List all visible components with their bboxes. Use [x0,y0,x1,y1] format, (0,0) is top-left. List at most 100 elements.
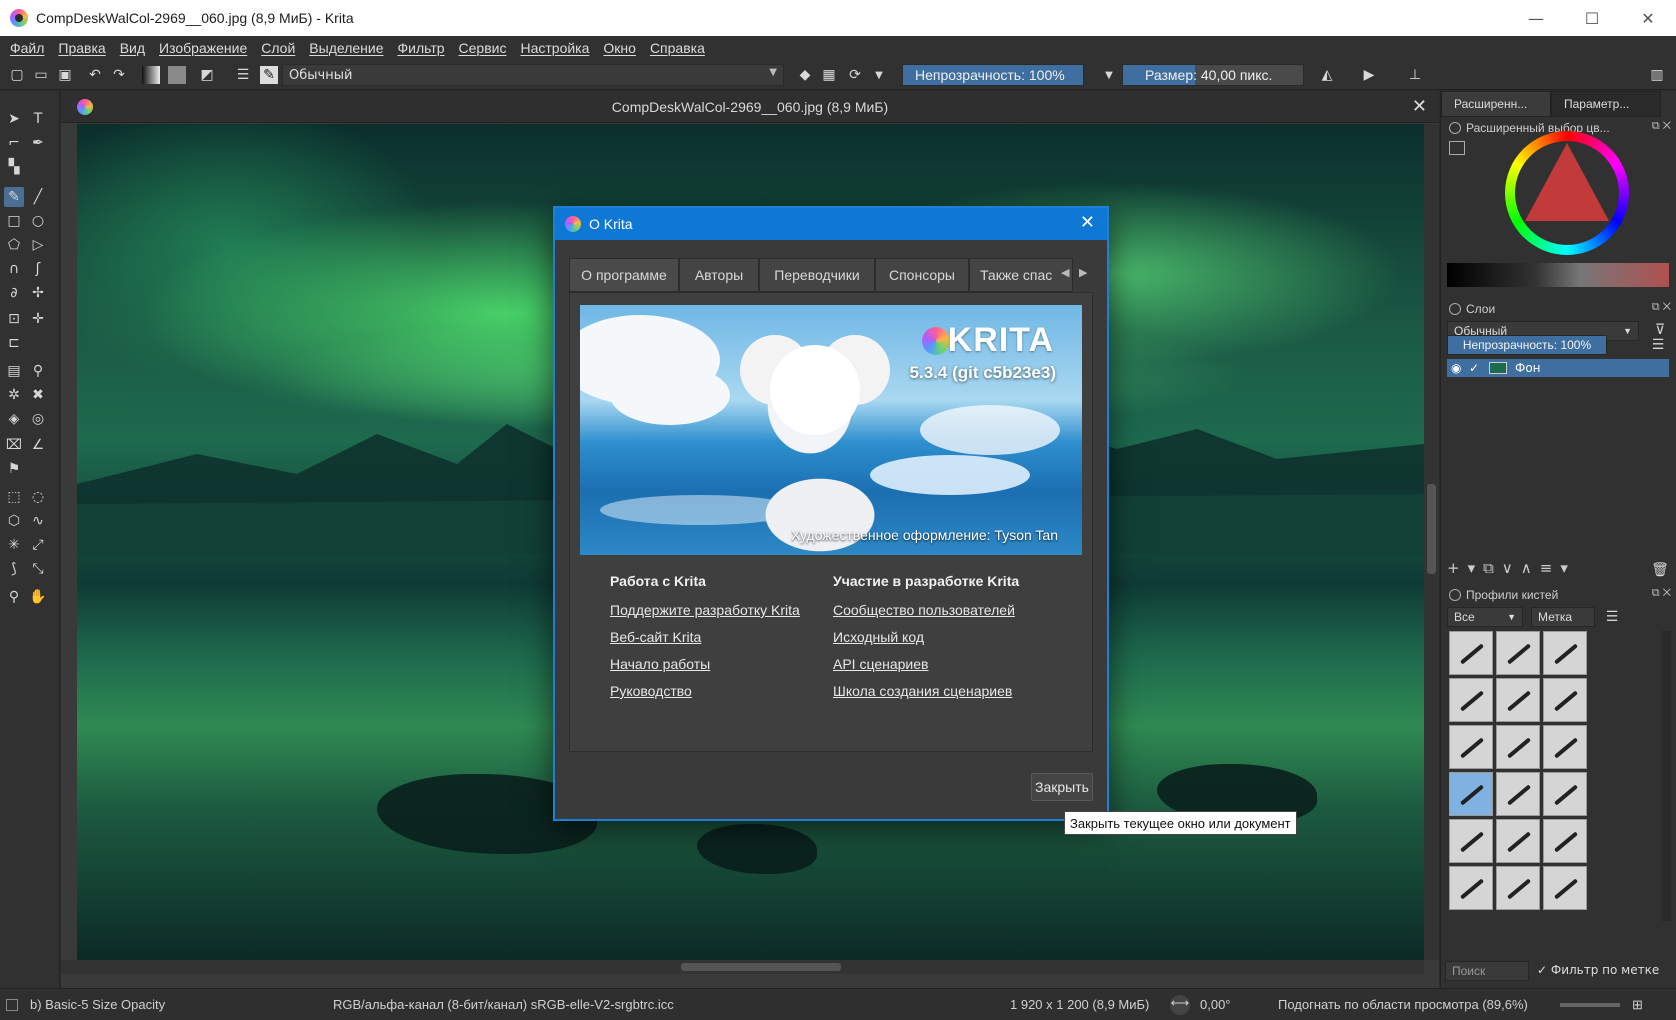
scroll-thumb[interactable] [681,963,841,971]
redo-icon[interactable]: ↷ [110,66,128,84]
tab-sponsors[interactable]: Спонсоры [875,258,969,292]
smart-patch-tool-icon[interactable]: ✖ [28,385,48,405]
close-document-icon[interactable]: ✕ [1412,96,1427,117]
delete-layer-icon[interactable]: 🗑 [1651,561,1669,579]
chevron-down-icon[interactable]: ▼ [870,66,888,84]
zoom-mode[interactable]: Подогнать по области просмотра (89,6%) [1278,997,1528,1012]
crop-tool-icon[interactable]: ⊏ [4,333,24,353]
scripting-api-link[interactable]: API сценариев [833,656,1019,676]
brush-preset[interactable] [1496,772,1540,816]
menu-edit[interactable]: Правка [58,40,105,56]
color-picker-tool-icon[interactable]: ⚲ [28,361,48,381]
blend-mode-select[interactable]: Обычный ▼ [282,64,784,86]
mirror-horizontal-icon[interactable]: ◭ [1318,66,1336,84]
freehand-path-tool-icon[interactable]: ʃ [28,259,48,279]
getting-started-link[interactable]: Начало работы [610,656,800,676]
filter-by-tag-checkbox[interactable]: ✓ Фильтр по метке [1537,963,1659,977]
gradient-icon[interactable] [142,66,160,84]
alpha-lock-icon[interactable]: ▦ [820,66,838,84]
line-tool-icon[interactable]: ╱ [28,187,48,207]
brush-scrollbar[interactable] [1661,631,1671,921]
enclose-fill-tool-icon[interactable]: ◎ [28,409,48,429]
brush-preset[interactable] [1543,819,1587,863]
eraser-icon[interactable]: ◆ [796,66,814,84]
brush-tag-select[interactable]: Метка [1531,607,1595,627]
brush-settings-icon[interactable]: ☰ [234,66,252,84]
layer-row[interactable]: ◉ ✓ Фон [1447,359,1669,377]
checkmark-icon[interactable]: ✓ [1469,361,1479,375]
tab-advanced-color[interactable]: Расширенн... [1441,91,1551,117]
zoom-tool-icon[interactable]: ⚲ [4,587,24,607]
brush-preset[interactable] [1496,631,1540,675]
menu-view[interactable]: Вид [120,40,145,56]
current-brush[interactable]: b) Basic-5 Size Opacity [30,997,165,1012]
tab-about[interactable]: О программе [569,258,679,292]
new-document-icon[interactable]: ▢ [8,66,26,84]
horizontal-scrollbar[interactable] [61,960,1424,974]
tab-scroll-left-icon[interactable]: ◀ [1061,266,1069,279]
fill-tool-icon[interactable]: ◈ [4,409,24,429]
float-close-icons[interactable]: ⧉ ✕ [1652,301,1671,314]
source-code-link[interactable]: Исходный код [833,629,1019,649]
bezier-select-tool-icon[interactable]: ⟆ [4,559,24,579]
text-tool-icon[interactable]: T [28,109,48,129]
rotation-value[interactable]: 0,00° [1200,997,1231,1012]
scroll-thumb[interactable] [1427,484,1436,574]
float-close-icons[interactable]: ⧉ ✕ [1652,587,1671,600]
menu-window[interactable]: Окно [603,40,636,56]
menu-select[interactable]: Выделение [309,40,383,56]
menu-file[interactable]: Файл [10,40,44,56]
close-button[interactable]: Закрыть [1031,773,1093,801]
open-document-icon[interactable]: ▭ [32,66,50,84]
wrap-around-icon[interactable]: ⊥ [1406,66,1424,84]
move-tool-icon[interactable]: ✛ [28,309,48,329]
menu-help[interactable]: Справка [650,40,705,56]
rotation-icon[interactable]: ⟷ [1170,995,1190,1015]
transform-tool-icon[interactable]: ⊡ [4,309,24,329]
close-window-button[interactable]: ✕ [1620,0,1676,36]
brush-preset-selected[interactable] [1449,772,1493,816]
list-view-icon[interactable]: ☰ [1603,608,1621,626]
brush-search-input[interactable]: Поиск [1445,961,1529,981]
multibrush-tool-icon[interactable]: ✢ [28,283,48,303]
menu-layer[interactable]: Слой [261,40,295,56]
chevron-down-icon[interactable]: ▼ [1100,66,1118,84]
maximize-button[interactable]: ☐ [1564,0,1620,36]
select-shapes-tool-icon[interactable]: ➤ [4,109,24,129]
magnetic-select-tool-icon[interactable]: ⤡ [28,559,48,579]
brush-preset[interactable] [1543,631,1587,675]
color-space[interactable]: RGB/альфа-канал (8-бит/канал) sRGB-elle-… [333,997,674,1012]
float-close-icons[interactable]: ⧉ ✕ [1652,120,1671,133]
manual-link[interactable]: Руководство [610,683,800,703]
support-development-link[interactable]: Поддержите разработку Krita [610,602,800,622]
brush-preset[interactable] [1449,819,1493,863]
menu-filter[interactable]: Фильтр [397,40,444,56]
colorize-mask-tool-icon[interactable]: ✲ [4,385,24,405]
polyline-tool-icon[interactable]: ▷ [28,235,48,255]
fg-bg-color-icon[interactable]: ◩ [198,66,216,84]
bezier-tool-icon[interactable]: ∩ [4,259,24,279]
freehand-select-tool-icon[interactable]: ∿ [28,511,48,531]
brush-preset[interactable] [1543,678,1587,722]
visibility-eye-icon[interactable]: ◉ [1451,361,1461,375]
brush-preset[interactable] [1449,866,1493,910]
fullscreen-icon[interactable]: ⊞ [1632,997,1643,1013]
layer-opacity-slider[interactable]: Непрозрачность: 100% [1447,335,1607,355]
color-history-bar[interactable] [1447,263,1669,287]
menu-settings[interactable]: Настройка [520,40,589,56]
brush-preset[interactable] [1543,866,1587,910]
brush-preset-icon[interactable]: ✎ [260,66,278,84]
scripting-school-link[interactable]: Школа создания сценариев [833,683,1019,703]
brush-preset[interactable] [1449,631,1493,675]
opacity-slider[interactable]: Непрозрачность: 100% [902,64,1084,86]
close-icon[interactable]: ✕ [1080,212,1095,233]
color-settings-icon[interactable] [1449,141,1465,155]
tab-authors[interactable]: Авторы [679,258,759,292]
gradient-editor-tool-icon[interactable]: ▚ [4,157,24,177]
ellipse-tool-icon[interactable]: ○ [28,211,48,231]
brush-preset[interactable] [1496,725,1540,769]
community-link[interactable]: Сообщество пользователей [833,602,1019,622]
brush-filter-select[interactable]: Все ▼ [1447,607,1523,627]
website-link[interactable]: Веб-сайт Krita [610,629,800,649]
polygon-tool-icon[interactable]: ⬠ [4,235,24,255]
